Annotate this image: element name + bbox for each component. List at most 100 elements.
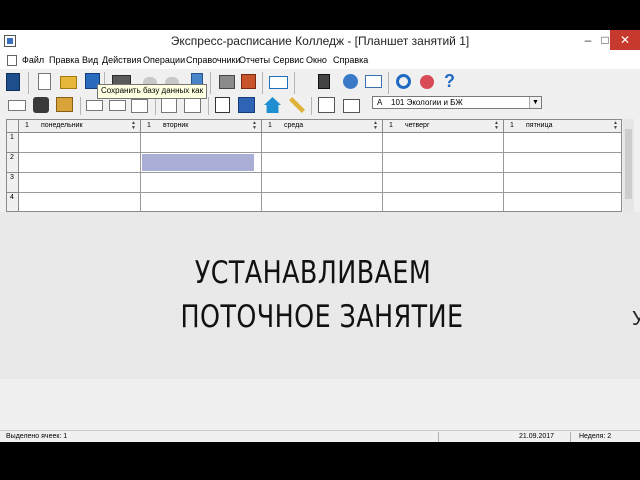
grid-cell[interactable]	[262, 173, 383, 193]
column-number: 1	[147, 122, 151, 129]
grid-cell[interactable]	[383, 133, 504, 153]
menu-operations[interactable]: Операции	[143, 55, 185, 65]
menu-view[interactable]: Вид	[82, 55, 98, 65]
menu-file[interactable]: Файл	[22, 55, 44, 65]
grid-cell[interactable]	[504, 133, 621, 153]
schedule-toolbar	[0, 94, 640, 118]
transfer-icon[interactable]	[56, 97, 73, 112]
toolbar-separator	[28, 72, 29, 94]
grid-cell[interactable]	[504, 173, 621, 193]
grid-cell[interactable]	[19, 133, 141, 153]
column-header-friday[interactable]: 1 пятница ▲ ▼	[504, 120, 621, 133]
globe-icon[interactable]	[343, 74, 358, 89]
menu-reports[interactable]: Отчеты	[239, 55, 270, 65]
column-stepper-icon[interactable]: ▲ ▼	[492, 121, 501, 131]
column-stepper-icon[interactable]: ▲ ▼	[371, 121, 380, 131]
group-list-icon[interactable]	[318, 97, 335, 113]
column-header-monday[interactable]: 1 понедельник ▲ ▼	[19, 120, 141, 133]
print-preview-icon[interactable]	[219, 75, 235, 89]
caption-line-1: УСТАНАВЛИВАЕМ	[194, 255, 432, 291]
move-lesson-icon[interactable]	[109, 100, 126, 111]
teachers-icon[interactable]	[33, 97, 49, 113]
column-day-name: среда	[284, 122, 304, 129]
toolbar-separator	[155, 97, 156, 115]
column-number: 1	[510, 122, 514, 129]
windows-icon[interactable]	[238, 97, 255, 113]
group-settings-icon[interactable]	[343, 99, 360, 113]
schedule-grid: 1 понедельник ▲ ▼ 1 вторник ▲ ▼ 1 среда ▲ ▼…	[6, 119, 622, 212]
chevron-down-icon[interactable]: ▼	[529, 97, 541, 108]
status-date: 21.09.2017	[519, 433, 555, 440]
status-week: Неделя: 2	[579, 433, 612, 440]
schedule-book-icon[interactable]	[6, 73, 20, 91]
column-number: 1	[389, 122, 393, 129]
main-toolbar: ?	[0, 69, 640, 97]
flower-icon[interactable]	[420, 75, 434, 89]
vertical-scrollbar[interactable]	[623, 119, 634, 212]
grid-cell[interactable]	[504, 193, 621, 211]
home-icon[interactable]	[264, 97, 281, 113]
column-header-thursday[interactable]: 1 четверг ▲ ▼	[383, 120, 504, 133]
caption-banner: УСТАНАВЛИВАЕМ ПОТОЧНОЕ ЗАНЯТИЕ У	[0, 212, 640, 379]
column-stepper-icon[interactable]: ▲ ▼	[129, 121, 138, 131]
scrollbar-thumb[interactable]	[625, 129, 632, 199]
column-day-name: пятница	[526, 122, 553, 129]
grid-cell[interactable]	[19, 173, 141, 193]
open-folder-icon[interactable]	[60, 76, 77, 89]
tools-icon[interactable]	[289, 97, 305, 113]
toolbar-separator	[80, 97, 81, 115]
column-header-tuesday[interactable]: 1 вторник ▲ ▼	[141, 120, 262, 133]
grid-cell[interactable]	[383, 193, 504, 211]
grid-cell[interactable]	[141, 193, 262, 211]
calculator-icon[interactable]	[318, 74, 330, 89]
window-arrow-icon[interactable]	[365, 75, 382, 88]
new-document-icon[interactable]	[38, 73, 51, 90]
grid-corner	[7, 120, 19, 133]
insert-lesson-icon[interactable]	[8, 100, 26, 111]
help-icon[interactable]: ?	[444, 72, 456, 91]
grid-cell[interactable]	[19, 153, 141, 173]
grid-cell[interactable]	[141, 173, 262, 193]
toolbar-separator	[210, 72, 211, 94]
delete-lesson-icon[interactable]	[86, 100, 103, 111]
grid-cell[interactable]	[262, 133, 383, 153]
maximize-button[interactable]: □	[600, 30, 610, 50]
copy-lesson-icon[interactable]	[161, 97, 177, 113]
menu-help[interactable]: Справка	[333, 55, 368, 65]
grid-cell[interactable]	[262, 153, 383, 173]
close-button[interactable]: ✕	[610, 30, 640, 50]
menu-actions[interactable]: Действия	[102, 55, 141, 65]
grid-cell[interactable]	[262, 193, 383, 211]
grid-cell[interactable]	[504, 153, 621, 173]
grid-cell[interactable]	[141, 133, 262, 153]
menu-bar: Файл Правка Вид Действия Операции Справо…	[0, 52, 640, 70]
group-selector-value: 101 Экологии и БЖ	[391, 98, 463, 107]
open-book-icon[interactable]	[269, 76, 288, 89]
column-header-wednesday[interactable]: 1 среда ▲ ▼	[262, 120, 383, 133]
menu-edit[interactable]: Правка	[49, 55, 79, 65]
refresh-icon[interactable]	[396, 74, 411, 89]
row-header: 3	[7, 173, 19, 193]
selected-grid-cell[interactable]	[141, 153, 262, 173]
calendar-icon[interactable]	[215, 97, 230, 113]
title-bar: Экспресс-расписание Колледж - [Планшет з…	[0, 30, 640, 52]
lesson-clock-icon[interactable]	[131, 99, 148, 113]
menu-window[interactable]: Окно	[306, 55, 327, 65]
column-stepper-icon[interactable]: ▲ ▼	[611, 121, 620, 131]
grid-cell[interactable]	[19, 193, 141, 211]
report-icon[interactable]	[241, 74, 256, 89]
menu-service[interactable]: Сервис	[273, 55, 304, 65]
group-selector[interactable]: А 101 Экологии и БЖ ▼	[372, 96, 542, 109]
row-header: 2	[7, 153, 19, 173]
column-number: 1	[25, 122, 29, 129]
document-icon[interactable]	[7, 55, 17, 66]
grid-cell[interactable]	[383, 153, 504, 173]
column-stepper-icon[interactable]: ▲ ▼	[250, 121, 259, 131]
app-window: Экспресс-расписание Колледж - [Планшет з…	[0, 30, 640, 442]
menu-references[interactable]: Справочники	[186, 55, 241, 65]
grid-cell[interactable]	[383, 173, 504, 193]
status-selected-cells: Выделено ячеек: 1	[6, 433, 68, 440]
row-header: 1	[7, 133, 19, 153]
minimize-button[interactable]: –	[576, 30, 600, 50]
paste-lesson-icon[interactable]	[184, 97, 201, 113]
